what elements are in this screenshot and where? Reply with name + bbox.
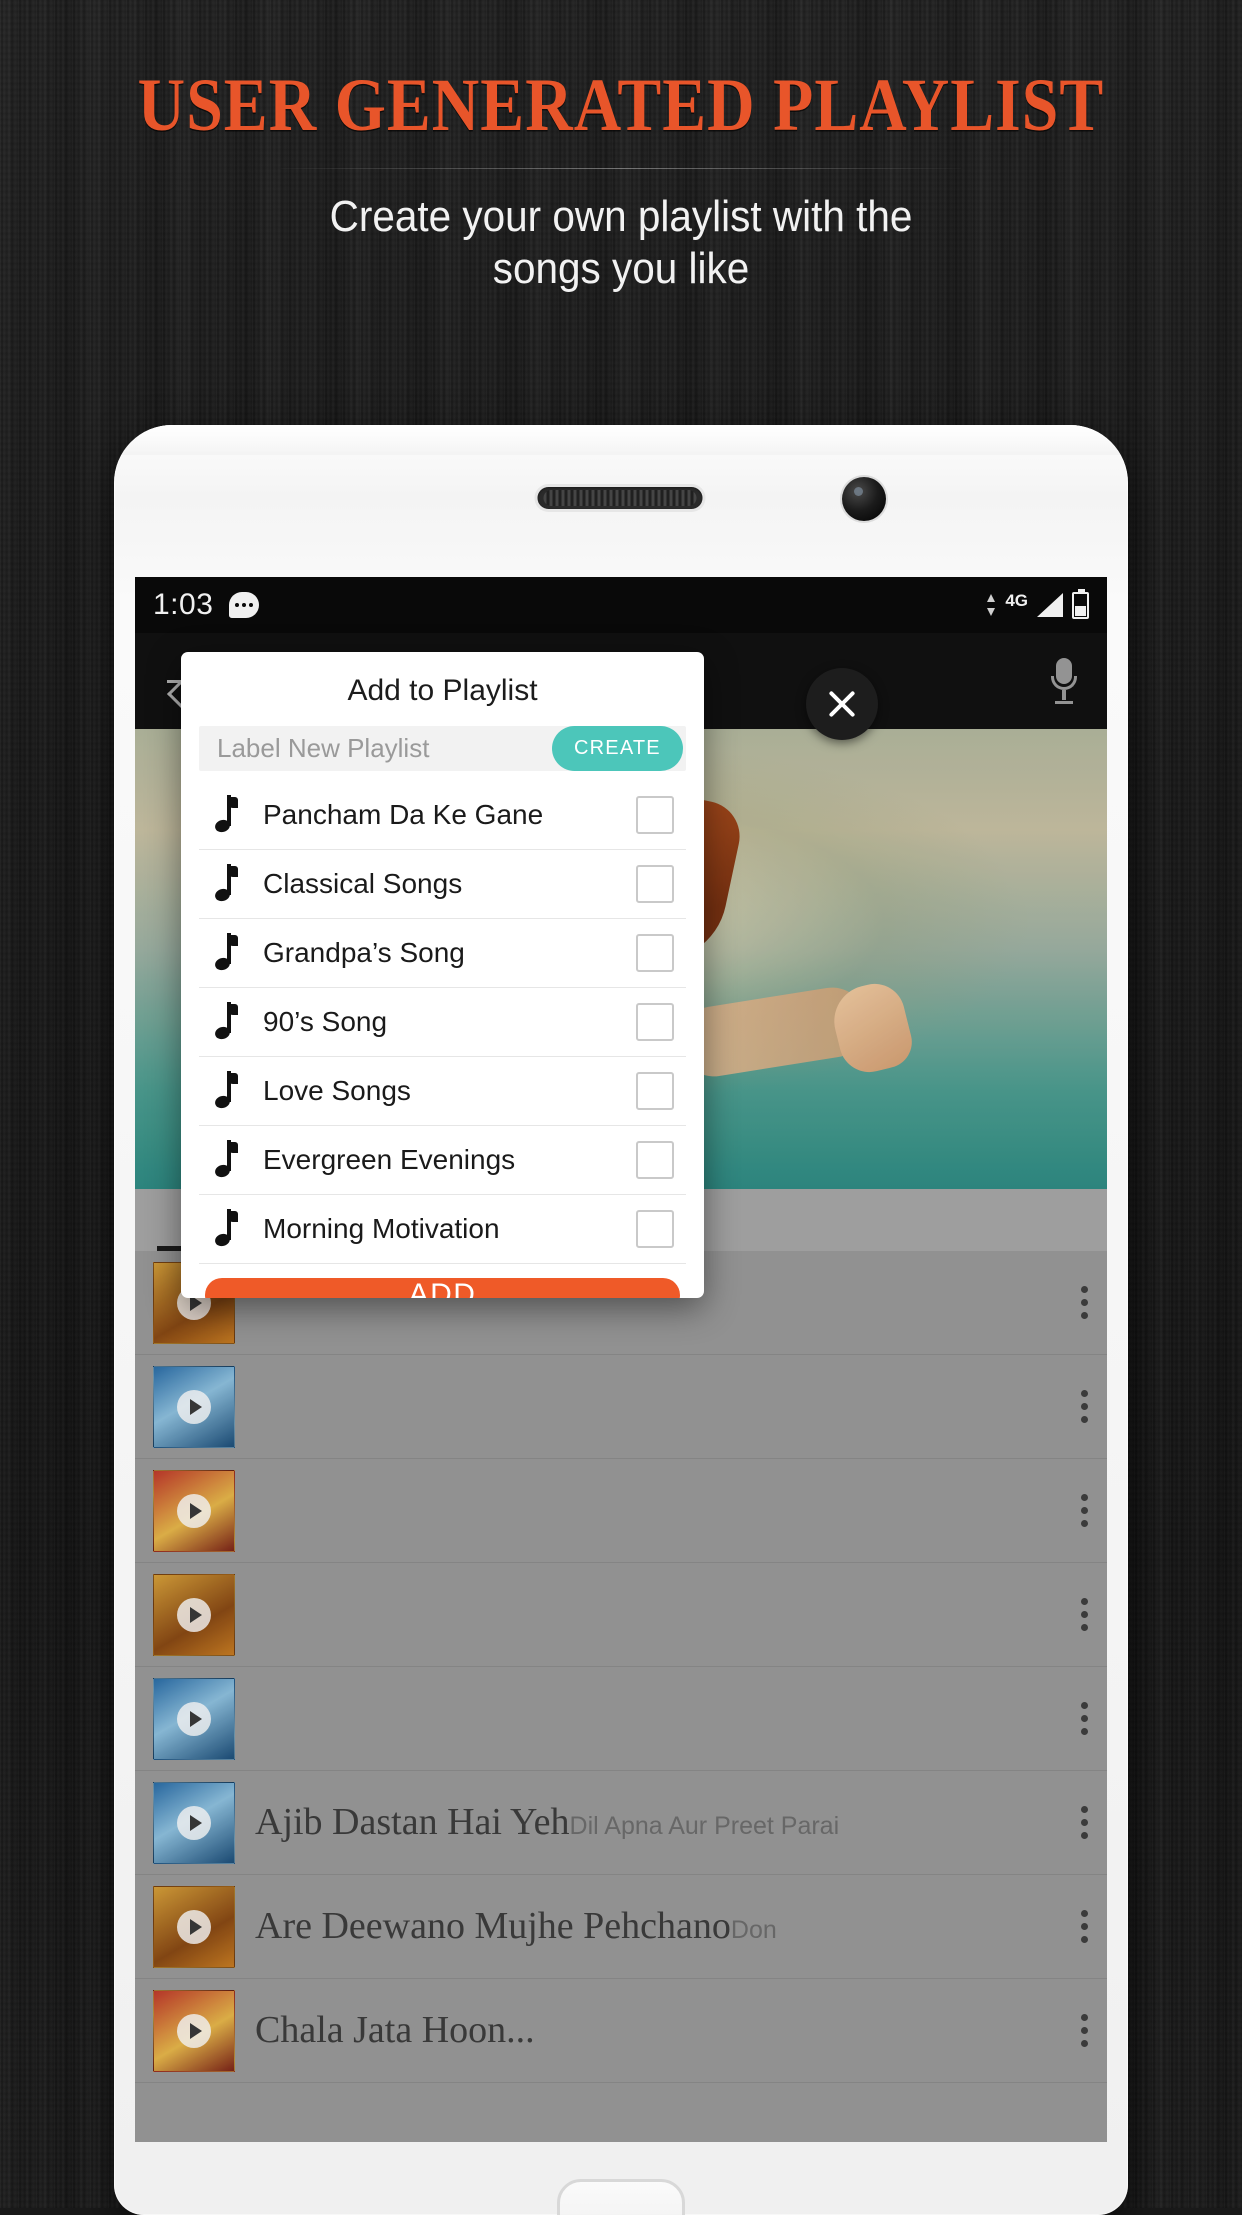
add-to-playlist-dialog: Add to Playlist CREATE Pancham Da Ke Gan…	[181, 652, 704, 1298]
playlist-option-checkbox[interactable]	[636, 796, 674, 834]
page-title: USER GENERATED PLAYLIST	[137, 64, 1105, 148]
playlist-option-checkbox[interactable]	[636, 1003, 674, 1041]
promo-header: USER GENERATED PLAYLIST Create your own …	[0, 0, 1242, 295]
playlist-option-row[interactable]: 90’s Song	[199, 988, 686, 1057]
add-button[interactable]: ADD	[205, 1278, 680, 1298]
earpiece-speaker	[537, 487, 703, 509]
music-note-icon	[213, 1209, 253, 1248]
subtitle-line-2: songs you like	[492, 243, 750, 293]
playlist-option-label: Love Songs	[263, 1075, 411, 1106]
playlist-option-checkbox[interactable]	[636, 1141, 674, 1179]
playlist-option-label: Grandpa’s Song	[263, 937, 465, 968]
playlist-option-row[interactable]: Classical Songs	[199, 850, 686, 919]
playlist-options-list[interactable]: Pancham Da Ke Gane Classical Songs Grandpa…	[199, 781, 686, 1264]
playlist-option-label: 90’s Song	[263, 1006, 388, 1037]
home-button[interactable]	[557, 2179, 685, 2215]
playlist-option-row[interactable]: Pancham Da Ke Gane	[199, 781, 686, 850]
music-note-icon	[213, 1140, 253, 1179]
music-note-icon	[213, 933, 253, 972]
new-playlist-input[interactable]	[217, 733, 552, 764]
create-button[interactable]: CREATE	[552, 726, 683, 771]
playlist-option-checkbox[interactable]	[636, 1210, 674, 1248]
music-note-icon	[213, 864, 253, 903]
playlist-option-checkbox[interactable]	[636, 1072, 674, 1110]
new-playlist-row[interactable]: CREATE	[199, 726, 686, 771]
close-icon[interactable]	[806, 668, 878, 740]
playlist-option-label: Classical Songs	[263, 868, 463, 899]
playlist-option-label: Pancham Da Ke Gane	[263, 799, 544, 830]
dialog-title: Add to Playlist	[347, 674, 538, 707]
playlist-option-checkbox[interactable]	[636, 865, 674, 903]
music-note-icon	[213, 795, 253, 834]
subtitle-line-1: Create your own playlist with the	[329, 192, 913, 241]
music-note-icon	[213, 1071, 253, 1110]
title-divider	[281, 168, 961, 169]
music-note-icon	[213, 1002, 253, 1041]
playlist-option-label: Morning Motivation	[263, 1213, 500, 1244]
front-camera	[842, 477, 886, 521]
playlist-option-label: Evergreen Evenings	[263, 1144, 516, 1175]
playlist-option-row[interactable]: Morning Motivation	[199, 1195, 686, 1264]
playlist-option-row[interactable]: Love Songs	[199, 1057, 686, 1126]
playlist-option-row[interactable]: Grandpa’s Song	[199, 919, 686, 988]
playlist-option-row[interactable]: Evergreen Evenings	[199, 1126, 686, 1195]
phone-glare	[114, 425, 1128, 455]
promo-subtitle: Create your own playlist with the songs …	[50, 191, 1193, 295]
playlist-option-checkbox[interactable]	[636, 934, 674, 972]
